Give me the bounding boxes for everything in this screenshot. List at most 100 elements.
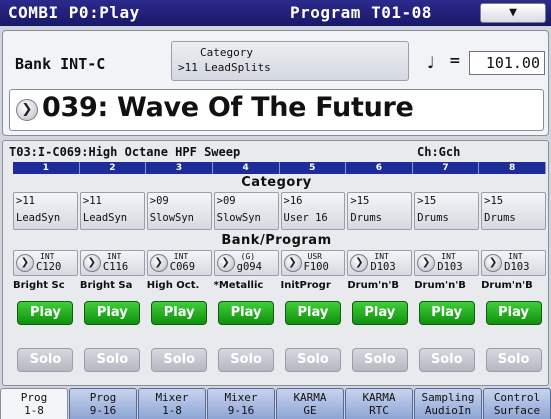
tab-label: Mixer [224,391,258,404]
timbre-program-select[interactable]: ❯ INT D103 [414,250,480,276]
timbre-category-select[interactable]: >15 Drums [414,192,480,230]
program-number: C116 [102,261,129,273]
chevron-right-icon[interactable]: ❯ [350,254,369,272]
play-button[interactable]: Play [284,301,341,325]
timbre-program-select[interactable]: ❯ INT D103 [481,250,546,276]
tab-label: RTC [369,404,389,417]
combi-name-select[interactable]: ❯ 039: Wave Of The Future [9,89,544,131]
solo-button[interactable]: Solo [485,348,542,372]
category-number: >09 [149,195,169,207]
tab-mixer-1-8[interactable]: Mixer 1-8 [138,388,206,419]
timbre-program-select[interactable]: ❯ INT D103 [347,250,413,276]
category-name: SlowSyn [149,212,195,224]
page-menu-button[interactable]: ▼ [480,3,546,23]
chevron-right-icon[interactable]: ❯ [16,99,38,121]
timbre-program-select[interactable]: ❯ INT C116 [79,250,145,276]
tempo-field[interactable]: 101.00 [469,51,545,75]
bank-select[interactable]: Bank INT-C [15,55,105,73]
chevron-right-icon[interactable]: ❯ [216,254,235,272]
tab-label: GE [303,404,317,417]
tab-karma-rtc[interactable]: KARMA RTC [345,388,413,419]
timbre-number-bar: 1 2 3 4 5 6 7 8 [13,162,546,174]
title-bar: COMBI P0:Play Program T01-08 ▼ [0,0,551,26]
chevron-right-icon[interactable]: ❯ [82,254,101,272]
timbre-category-select[interactable]: >15 Drums [481,192,546,230]
program-bank: INT [441,252,456,261]
play-button[interactable]: Play [218,301,275,325]
solo-button[interactable]: Solo [17,348,74,372]
timbre-category-select[interactable]: >11 LeadSyn [13,192,78,230]
tab-control-surface[interactable]: Control Surface [483,388,551,419]
category-name: Drums [484,212,516,224]
timbre-program-select[interactable]: ❯ USR F100 [280,250,346,276]
tab-label: 9-16 [89,404,117,417]
combi-play-screen: COMBI P0:Play Program T01-08 ▼ Bank INT-… [0,0,551,419]
play-button[interactable]: Play [351,301,408,325]
tab-sampling-audioin[interactable]: Sampling AudioIn [414,388,482,419]
program-bank: INT [106,252,122,261]
category-name: Drums [417,212,449,224]
program-bank: USR [307,252,322,261]
category-name: User 16 [283,212,328,224]
chevron-right-icon[interactable]: ❯ [16,254,34,272]
timbre-number: 2 [80,162,147,174]
solo-button[interactable]: Solo [151,348,208,372]
solo-button[interactable]: Solo [84,348,141,372]
play-button[interactable]: Play [17,301,74,325]
play-row: Play Play Play Play Play Play Play Play [13,301,546,325]
timbre-program-select[interactable]: ❯ INT C069 [146,250,212,276]
play-button[interactable]: Play [151,301,208,325]
program-number: D103 [370,261,396,273]
program-number: D103 [504,261,530,273]
tab-label: Control [493,391,541,404]
program-bank: INT [508,252,523,261]
tab-prog-1-8[interactable]: Prog 1-8 [0,388,68,419]
tab-label: Sampling [421,391,475,404]
program-row: ❯ INT C120 ❯ INT C116 ❯ INT C069 ❯ (G) g… [13,250,546,276]
play-button[interactable]: Play [84,301,141,325]
page-range-title: Program T01-08 [290,3,432,22]
selected-timbre-info: T03:I-C069:High Octane HPF Sweep [9,145,241,159]
tab-mixer-9-16[interactable]: Mixer 9-16 [207,388,275,419]
program-bank: INT [374,252,389,261]
category-number: >15 [417,195,437,207]
solo-button[interactable]: Solo [418,348,475,372]
timbre-category-select[interactable]: >09 SlowSyn [146,192,212,230]
timbre-number: 3 [146,162,213,174]
tab-label: Prog [89,391,117,404]
program-bank: (G) [240,252,256,261]
timbre-category-select[interactable]: >11 LeadSyn [79,192,145,230]
solo-button[interactable]: Solo [218,348,275,372]
category-select[interactable]: Category >11 LeadSplits [171,41,409,81]
tab-label: Prog [20,391,48,404]
category-name: SlowSyn [216,212,261,224]
category-title: Category [200,46,253,59]
tab-label: AudioIn [424,404,472,417]
play-button[interactable]: Play [485,301,542,325]
program-name: Drum'n'B [481,280,533,291]
program-number: C120 [36,261,62,273]
solo-button[interactable]: Solo [284,348,341,372]
category-number: >15 [484,195,504,207]
tab-label: 1-8 [162,404,182,417]
category-name: LeadSyn [16,212,61,224]
play-button[interactable]: Play [418,301,475,325]
timbre-program-select[interactable]: ❯ INT C120 [13,250,78,276]
timbre-category-select[interactable]: >09 SlowSyn [213,192,279,230]
chevron-right-icon[interactable]: ❯ [149,254,168,272]
program-name: Drum'n'B [414,280,466,291]
combi-header-panel: Bank INT-C Category >11 LeadSplits ♩ = 1… [2,30,549,136]
chevron-right-icon[interactable]: ❯ [283,254,302,272]
chevron-down-icon: ▼ [509,5,517,20]
chevron-right-icon[interactable]: ❯ [417,254,436,272]
tab-prog-9-16[interactable]: Prog 9-16 [69,388,137,419]
timbre-category-select[interactable]: >15 Drums [347,192,413,230]
tab-karma-ge[interactable]: KARMA GE [276,388,344,419]
chevron-right-icon[interactable]: ❯ [484,254,503,272]
timbre-category-select[interactable]: >16 User 16 [280,192,346,230]
page-tabs: Prog 1-8 Prog 9-16 Mixer 1-8 Mixer 9-16 … [0,388,551,419]
timbre-number: 7 [413,162,480,174]
solo-button[interactable]: Solo [351,348,408,372]
timbre-program-select[interactable]: ❯ (G) g094 [213,250,279,276]
category-number: >09 [216,195,236,207]
